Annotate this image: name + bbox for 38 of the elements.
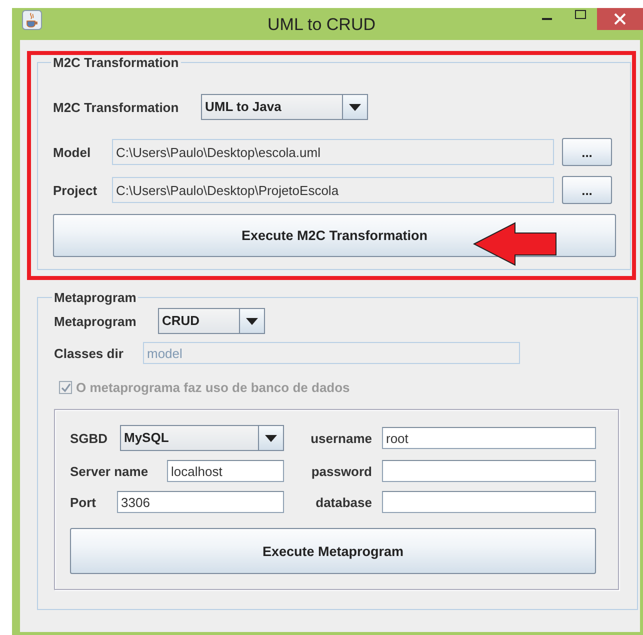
minimize-icon [542, 17, 554, 21]
browse-button[interactable]: ... [562, 176, 612, 204]
checkbox-label: O metaprograma faz uso de banco de dados [76, 380, 350, 395]
caret-icon [246, 318, 258, 324]
close-icon [614, 13, 626, 25]
maximize-icon [574, 10, 586, 20]
field-label: Port [70, 494, 96, 510]
text-field[interactable]: C:\Users\Paulo\Desktop\ProjetoEscola [112, 177, 554, 203]
text-field[interactable] [382, 491, 596, 513]
dropdown[interactable]: UML to Java [201, 94, 368, 120]
caret-icon [265, 434, 277, 442]
text-field[interactable] [382, 460, 596, 482]
check-icon [60, 382, 70, 392]
field-label: Model [53, 144, 92, 160]
field-label: password [310, 464, 372, 478]
caret-icon [349, 104, 361, 110]
field-label: M2C Transformation [53, 100, 180, 114]
field-label: Classes dir [54, 346, 124, 360]
field-label: SGBD [70, 430, 108, 446]
execute-button[interactable]: Execute M2C Transformation [53, 214, 616, 257]
text-field[interactable]: 3306 [117, 491, 284, 513]
group-title: Metaprogram [53, 290, 138, 305]
window-title: UML to CRUD [266, 14, 376, 35]
dropdown[interactable]: MySQL [120, 425, 284, 451]
text-field[interactable]: C:\Users\Paulo\Desktop\escola.uml [112, 139, 554, 165]
field-label: Project [53, 182, 98, 198]
browse-button[interactable]: ... [562, 138, 612, 166]
close-button[interactable] [597, 8, 643, 30]
field-label: Metaprogram [54, 314, 138, 328]
execute-button[interactable]: Execute Metaprogram [70, 528, 596, 574]
field-label: Server name [70, 464, 148, 478]
field-label: username [310, 430, 372, 446]
coffee-cup-icon [22, 10, 42, 30]
text-field[interactable]: localhost [167, 460, 284, 482]
text-field[interactable]: root [382, 427, 596, 449]
dropdown[interactable]: CRUD [158, 308, 265, 334]
group-title: M2C Transformation [52, 55, 180, 70]
field-label: database [314, 494, 372, 510]
